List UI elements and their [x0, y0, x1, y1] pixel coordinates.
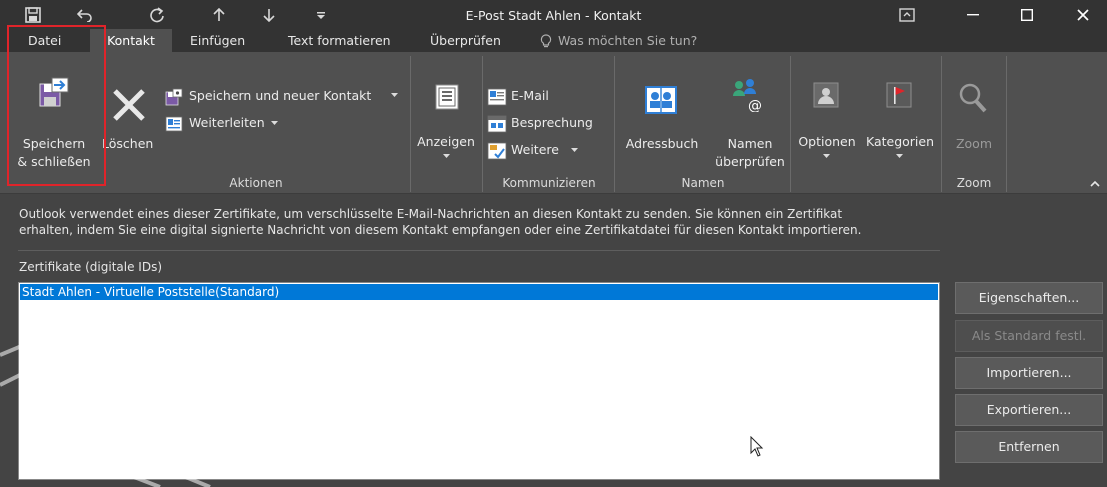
dropdown-arrow-icon	[571, 148, 578, 152]
mouse-cursor-icon	[750, 436, 764, 457]
dropdown-arrow-icon	[391, 93, 398, 97]
dropdown-arrow-icon	[271, 121, 278, 125]
tell-me-placeholder: Was möchten Sie tun?	[558, 33, 698, 48]
more-button[interactable]: Weitere	[485, 140, 585, 162]
categories-label: Kategorien	[865, 134, 935, 149]
flag-icon	[886, 82, 912, 108]
dropdown-arrow-icon	[443, 154, 450, 158]
close-button[interactable]	[1060, 0, 1106, 30]
properties-button[interactable]: Eigenschaften...	[955, 282, 1103, 314]
group-separator	[790, 56, 791, 192]
tab-ueberpruefen[interactable]: Überprüfen	[420, 29, 511, 52]
info-line-2: erhalten, indem Sie eine digital signier…	[19, 223, 862, 237]
dropdown-arrow-icon	[896, 154, 903, 158]
options-label: Optionen	[798, 134, 856, 149]
check-names-icon: @	[733, 79, 762, 112]
save-new-label: Speichern und neuer Kontakt	[189, 88, 372, 103]
email-icon	[487, 88, 507, 106]
ribbon-display-options-icon[interactable]	[892, 0, 922, 30]
group-label-kommunizieren: Kommunizieren	[502, 176, 596, 190]
categories-button[interactable]: Kategorien	[862, 56, 938, 170]
tab-einfuegen[interactable]: Einfügen	[180, 29, 255, 52]
lightbulb-icon	[540, 33, 552, 47]
check-names-label-2: überprüfen	[715, 154, 785, 169]
delete-button[interactable]: Löschen	[102, 56, 158, 170]
meeting-button[interactable]: Besprechung	[485, 113, 610, 135]
options-button[interactable]: Optionen	[793, 56, 861, 170]
window-title: E-Post Stadt Ahlen - Kontakt	[465, 8, 642, 23]
group-separator	[482, 56, 483, 192]
list-item[interactable]: Stadt Ahlen - Virtuelle Poststelle(Stand…	[19, 283, 939, 301]
address-book-label: Adressbuch	[625, 136, 699, 151]
group-separator	[410, 56, 411, 192]
check-names-label-1: Namen	[727, 136, 773, 151]
save-and-new-button[interactable]: Speichern und neuer Kontakt	[163, 86, 408, 108]
group-label-aktionen: Aktionen	[229, 176, 283, 190]
ribbon: Speichern & schließen Löschen Speichern …	[0, 52, 1107, 194]
address-book-button[interactable]: Adressbuch	[617, 56, 707, 170]
zoom-icon	[959, 83, 987, 113]
save-new-contact-icon	[165, 88, 183, 106]
minimize-button[interactable]	[950, 0, 996, 30]
set-default-button[interactable]: Als Standard festl.	[955, 320, 1103, 352]
dropdown-arrow-icon	[823, 154, 830, 158]
tell-me-box[interactable]: Was möchten Sie tun?	[540, 29, 697, 52]
email-label: E-Mail	[511, 88, 549, 103]
certificates-label: Zertifikate (digitale IDs)	[19, 260, 163, 274]
delete-label: Löschen	[102, 136, 154, 151]
group-label-namen: Namen	[681, 176, 725, 190]
save-close-icon	[39, 77, 69, 107]
tab-text-formatieren[interactable]: Text formatieren	[278, 29, 401, 52]
group-separator	[941, 56, 942, 192]
zoom-label: Zoom	[955, 136, 993, 151]
meeting-label: Besprechung	[511, 115, 593, 130]
more-label: Weitere	[511, 142, 559, 157]
save-and-close-button[interactable]: Speichern & schließen	[8, 56, 100, 170]
collapse-ribbon-icon[interactable]	[1090, 180, 1100, 187]
zoom-button[interactable]: Zoom	[944, 56, 1004, 170]
watermark-arrow-icon	[0, 328, 211, 487]
delete-icon	[113, 89, 145, 121]
forward-button[interactable]: Weiterleiten	[163, 113, 278, 135]
forward-contact-icon	[165, 116, 183, 132]
divider	[18, 250, 940, 251]
options-icon	[813, 82, 839, 108]
maximize-button[interactable]	[1004, 0, 1050, 30]
more-icon	[487, 142, 507, 160]
remove-button[interactable]: Entfernen	[955, 431, 1103, 463]
title-bar: E-Post Stadt Ahlen - Kontakt Datei Konta…	[0, 0, 1107, 52]
show-icon	[435, 84, 459, 110]
info-line-1: Outlook verwendet eines dieser Zertifika…	[19, 207, 843, 221]
show-button[interactable]: Anzeigen	[413, 56, 479, 170]
export-button[interactable]: Exportieren...	[955, 394, 1103, 426]
save-close-label-2: & schließen	[17, 154, 91, 169]
show-label: Anzeigen	[417, 134, 475, 149]
tab-datei[interactable]: Datei	[18, 29, 71, 52]
group-separator	[614, 56, 615, 192]
check-names-button[interactable]: @ Namen überprüfen	[708, 56, 792, 170]
svg-text:@: @	[748, 98, 762, 112]
tab-kontakt[interactable]: Kontakt	[90, 29, 172, 52]
group-label-zoom: Zoom	[956, 176, 992, 190]
import-button[interactable]: Importieren...	[955, 357, 1103, 389]
forward-label: Weiterleiten	[189, 115, 265, 130]
meeting-icon	[487, 115, 507, 133]
address-book-icon	[645, 86, 677, 114]
certificate-info-text: Outlook verwendet eines dieser Zertifika…	[19, 206, 949, 238]
save-close-label-1: Speichern	[22, 136, 86, 151]
group-separator	[1006, 56, 1007, 192]
email-button[interactable]: E-Mail	[485, 86, 585, 108]
